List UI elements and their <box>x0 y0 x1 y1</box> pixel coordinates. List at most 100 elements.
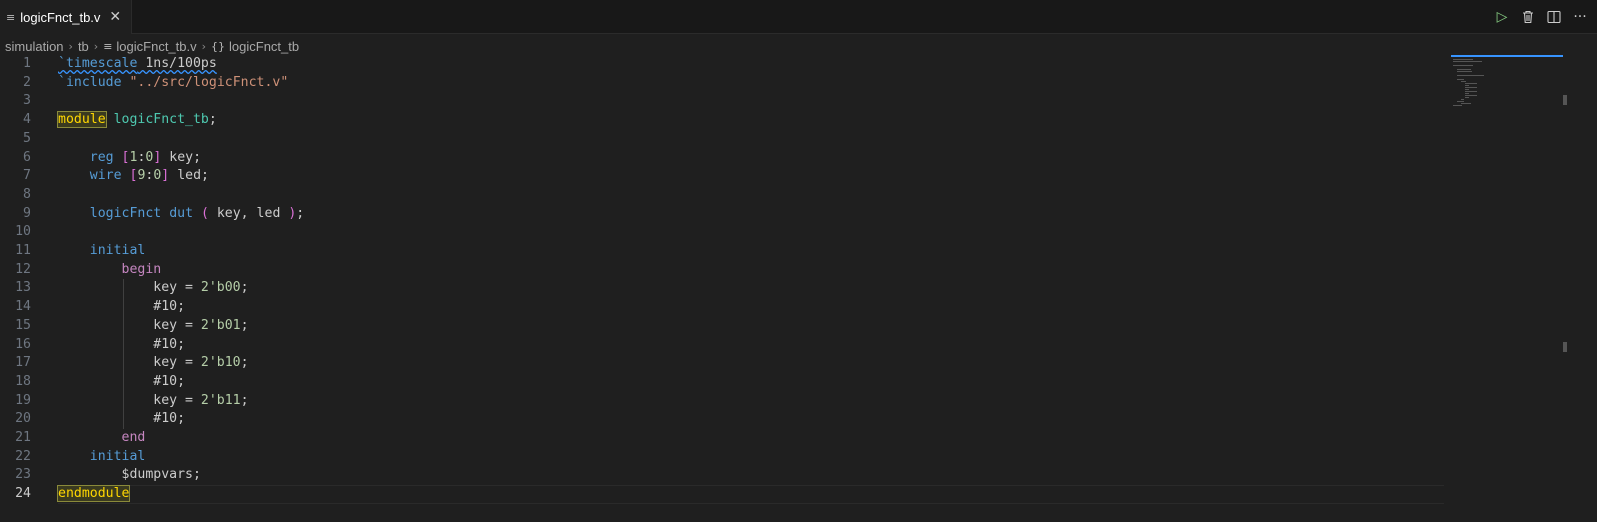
minimap[interactable] <box>1451 55 1563 106</box>
line-number: 10 <box>15 224 31 240</box>
minimap-line <box>1453 65 1473 66</box>
code-line[interactable]: 19 key = 2'b11; <box>0 392 1460 411</box>
code-token: ; <box>240 280 249 296</box>
line-number: 23 <box>15 467 31 483</box>
minimap-line <box>1465 83 1477 84</box>
minimap-line <box>1465 85 1469 86</box>
code-line[interactable]: 6 reg [1:0] key; <box>0 149 1460 168</box>
code-text: key = 2'b10; <box>58 354 248 373</box>
code-text: initial <box>58 448 146 467</box>
code-text: logicFnct dut ( key, led ); <box>58 205 304 224</box>
split-editor-icon[interactable] <box>1543 6 1565 28</box>
code-text: reg [1:0] key; <box>58 149 201 168</box>
code-line[interactable]: 1 `timescale 1ns/100ps <box>0 55 1460 74</box>
code-editor[interactable]: 1 `timescale 1ns/100ps 2 `include "../src/l… <box>0 55 1460 522</box>
breadcrumb-item-file[interactable]: logicFnct_tb.v <box>116 39 196 54</box>
chevron-right-icon: › <box>201 39 207 53</box>
code-line[interactable]: 23 $dumpvars; <box>0 466 1460 485</box>
code-line[interactable]: 12 begin <box>0 261 1460 280</box>
code-text: key = 2'b00; <box>58 279 249 298</box>
code-line[interactable]: 7 wire [9:0] led; <box>0 167 1460 186</box>
code-line[interactable]: 4 module logicFnct_tb; <box>0 111 1460 130</box>
code-token: led; <box>169 168 209 184</box>
play-icon[interactable]: ▷ <box>1491 6 1513 28</box>
code-text: wire [9:0] led; <box>58 167 209 186</box>
minimap-line <box>1457 101 1464 102</box>
breadcrumb-item-tb[interactable]: tb <box>78 39 89 54</box>
minimap-line <box>1465 89 1469 90</box>
code-line[interactable]: 24 endmodule <box>0 485 1460 504</box>
code-line[interactable]: 17 key = 2'b10; <box>0 354 1460 373</box>
code-line[interactable]: 21 end <box>0 429 1460 448</box>
scrollbar-marker <box>1563 342 1567 352</box>
code-text: `include "../src/logicFnct.v" <box>58 74 288 93</box>
code-token: logicFnct <box>89 205 162 221</box>
line-number: 13 <box>15 280 31 296</box>
code-line[interactable]: 8 <box>0 186 1460 205</box>
code-token: key = <box>58 355 201 371</box>
code-token: end <box>121 430 146 445</box>
code-token: [ <box>121 149 130 165</box>
tab-bar: ≡ logicFnct_tb.v ✕ ▷ ··· <box>0 0 1597 34</box>
line-number: 17 <box>15 355 31 371</box>
code-line[interactable]: 9 logicFnct dut ( key, led ); <box>0 205 1460 224</box>
code-token: #10; <box>58 411 186 427</box>
code-text: endmodule <box>56 485 131 504</box>
code-token: $dumpvars; <box>58 467 201 483</box>
code-text: begin <box>58 261 162 280</box>
line-number: 21 <box>15 430 31 445</box>
code-line[interactable]: 10 <box>0 223 1460 242</box>
code-line[interactable]: 22 initial <box>0 448 1460 467</box>
minimap-line <box>1465 95 1477 96</box>
line-number: 2 <box>23 74 31 90</box>
code-line[interactable]: 2 `include "../src/logicFnct.v" <box>0 74 1460 93</box>
code-line[interactable]: 15 key = 2'b01; <box>0 317 1460 336</box>
line-number: 1 <box>23 56 31 71</box>
trash-icon[interactable] <box>1517 6 1539 28</box>
line-number: 8 <box>23 186 31 202</box>
breadcrumb-item-simulation[interactable]: simulation <box>5 39 64 54</box>
code-text: module logicFnct_tb; <box>57 111 217 130</box>
code-line[interactable]: 20 #10; <box>0 410 1460 429</box>
minimap-line <box>1453 61 1482 62</box>
ellipsis-icon[interactable]: ··· <box>1569 6 1591 28</box>
minimap-line <box>1461 81 1466 82</box>
code-token: key = <box>58 392 201 408</box>
code-token: 2'b00 <box>200 280 241 296</box>
minimap-viewport[interactable] <box>1451 55 1563 57</box>
indent-guide <box>123 279 124 429</box>
line-number: 22 <box>15 448 31 464</box>
code-token: #10; <box>58 299 186 315</box>
code-text: key = 2'b01; <box>58 317 249 336</box>
code-text: #10; <box>58 298 185 317</box>
line-number: 12 <box>15 261 31 277</box>
close-icon[interactable]: ✕ <box>109 9 121 25</box>
code-line[interactable]: 11 initial <box>0 242 1460 261</box>
editor-actions: ▷ ··· <box>1491 0 1591 34</box>
code-token: 2'b11 <box>200 392 241 408</box>
code-line[interactable]: 18 #10; <box>0 373 1460 392</box>
code-token: begin <box>121 261 162 277</box>
code-text: initial <box>58 242 146 261</box>
minimap-line <box>1453 105 1462 106</box>
code-line[interactable]: 14 #10; <box>0 298 1460 317</box>
code-token: ; <box>296 205 305 221</box>
minimap-line <box>1457 71 1472 72</box>
code-line[interactable]: 3 <box>0 92 1460 111</box>
line-number: 14 <box>15 299 31 315</box>
tab-label: logicFnct_tb.v <box>20 9 101 25</box>
code-line[interactable]: 16 #10; <box>0 336 1460 355</box>
editor-tab[interactable]: ≡ logicFnct_tb.v ✕ <box>0 0 132 34</box>
minimap-line <box>1465 91 1477 92</box>
line-number: 3 <box>23 93 31 109</box>
code-line[interactable]: 13 key = 2'b00; <box>0 279 1460 298</box>
breadcrumb-item-module[interactable]: logicFnct_tb <box>229 39 299 54</box>
code-token: ; <box>240 317 249 333</box>
code-line[interactable]: 5 <box>0 130 1460 149</box>
